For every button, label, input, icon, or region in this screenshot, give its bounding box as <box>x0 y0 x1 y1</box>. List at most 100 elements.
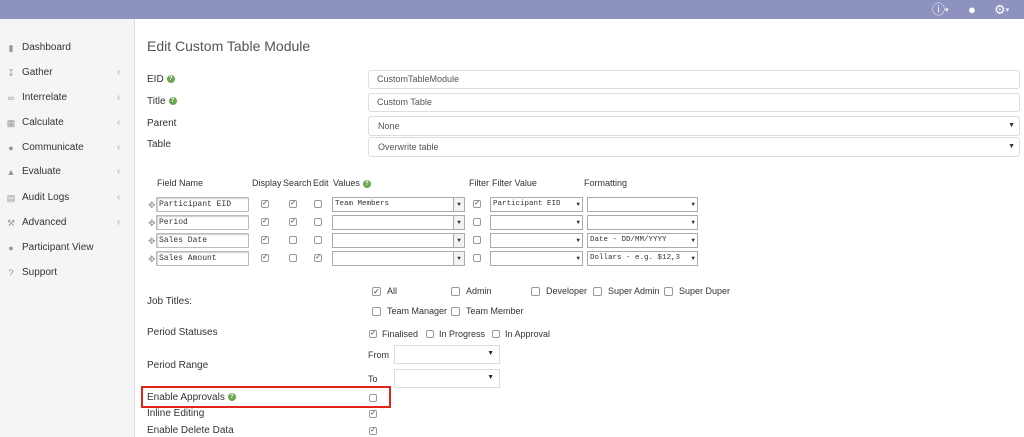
job-title-checkbox-team-manager[interactable] <box>372 307 381 316</box>
sidebar-item-interrelate[interactable]: ∞ Interrelate ‹ <box>0 88 134 108</box>
period-to-select[interactable]: ▼ <box>394 369 500 388</box>
period-status-checkbox-finalised[interactable]: ✓ <box>369 330 377 338</box>
filter-checkbox[interactable] <box>473 236 481 244</box>
job-title-checkbox-team-member[interactable] <box>451 307 460 316</box>
sidebar-item-label: Gather <box>22 67 53 78</box>
help-icon[interactable]: ? <box>227 393 236 402</box>
period-status-label-in-approval: In Approval <box>505 329 551 339</box>
search-checkbox[interactable] <box>289 236 297 244</box>
job-title-checkbox-super-duper[interactable] <box>664 287 673 296</box>
job-title-checkbox-super-admin[interactable] <box>593 287 602 296</box>
drag-handle-icon[interactable]: ✥ <box>148 218 156 229</box>
filter-value-select[interactable]: ▼ <box>490 215 583 230</box>
help-icon[interactable]: ? <box>166 75 175 84</box>
formatting-select[interactable]: Dollars - e.g. $12,3 ▼ <box>587 251 698 266</box>
drag-handle-icon[interactable]: ✥ <box>148 236 156 247</box>
user-icon[interactable]: ● <box>968 2 976 17</box>
job-title-checkbox-all[interactable]: ✓ <box>372 287 381 296</box>
info-icon[interactable]: ⓘ▾ <box>932 2 949 18</box>
chevron-left-icon: ‹ <box>117 67 121 78</box>
sidebar-item-calculate[interactable]: ▦ Calculate ‹ <box>0 113 134 133</box>
search-checkbox[interactable]: ✓ <box>289 218 297 226</box>
chevron-down-icon: ▼ <box>576 255 580 262</box>
drag-handle-icon[interactable]: ✥ <box>148 254 156 265</box>
field-name-input[interactable]: Period <box>156 215 249 230</box>
field-name-input[interactable]: Sales Amount <box>156 251 249 266</box>
gear-icon[interactable]: ⚙▾ <box>994 2 1009 18</box>
help-icon[interactable]: ? <box>362 179 371 188</box>
display-checkbox[interactable]: ✓ <box>261 200 269 208</box>
values-select[interactable]: ▼ <box>332 251 465 266</box>
field-name-input[interactable]: Sales Date <box>156 233 249 248</box>
to-label: To <box>368 374 378 384</box>
sidebar-item-participant-view[interactable]: ● Participant View <box>0 238 134 258</box>
title-input[interactable]: Custom Table <box>368 93 1020 112</box>
formatting-select-value: Date - DD/MM/YYYY <box>590 236 667 244</box>
display-checkbox[interactable]: ✓ <box>261 236 269 244</box>
chevron-down-icon: ▼ <box>576 201 580 208</box>
period-from-select[interactable]: ▼ <box>394 345 500 364</box>
filter-checkbox[interactable] <box>473 254 481 262</box>
eid-input[interactable]: CustomTableModule <box>368 70 1020 89</box>
edit-checkbox[interactable]: ✓ <box>314 254 322 262</box>
display-checkbox[interactable]: ✓ <box>261 218 269 226</box>
edit-checkbox[interactable] <box>314 236 322 244</box>
formatting-select[interactable]: Date - DD/MM/YYYY ▼ <box>587 233 698 248</box>
job-title-label-super-admin: Super Admin <box>608 286 660 296</box>
parent-select[interactable]: None ▼ <box>368 116 1020 136</box>
table-select[interactable]: Overwrite table ▼ <box>368 137 1020 157</box>
search-checkbox[interactable]: ✓ <box>289 200 297 208</box>
parent-select-value: None <box>378 121 400 131</box>
values-select[interactable]: Team Members ▼ <box>332 197 465 212</box>
formatting-select[interactable]: ▼ <box>587 197 698 212</box>
enable-approvals-checkbox[interactable] <box>369 394 377 402</box>
sidebar-item-label: Audit Logs <box>22 192 70 203</box>
sidebar-item-audit-logs[interactable]: ▤ Audit Logs ‹ <box>0 188 134 208</box>
values-select-value: Team Members <box>335 200 390 208</box>
field-name-input[interactable]: Participant EID <box>156 197 249 212</box>
sidebar-item-dashboard[interactable]: ▮ Dashboard <box>0 38 134 58</box>
col-header-search: Search <box>283 178 312 188</box>
drag-handle-icon[interactable]: ✥ <box>148 200 156 211</box>
job-title-checkbox-admin[interactable] <box>451 287 460 296</box>
job-title-label-admin: Admin <box>466 286 492 296</box>
inline-editing-checkbox[interactable]: ✓ <box>369 410 377 418</box>
filter-value-select-value: Participant EID <box>493 200 561 208</box>
period-status-checkbox-in-approval[interactable] <box>492 330 500 338</box>
formatting-select[interactable]: ▼ <box>587 215 698 230</box>
page-title: Edit Custom Table Module <box>147 38 311 54</box>
filter-value-select[interactable]: ▼ <box>490 251 583 266</box>
col-header-field-name: Field Name <box>157 178 204 188</box>
job-title-label-super-duper: Super Duper <box>679 286 731 296</box>
filter-value-select[interactable]: ▼ <box>490 233 583 248</box>
main-content: Edit Custom Table Module EID? CustomTabl… <box>135 19 1024 437</box>
edit-checkbox[interactable] <box>314 218 322 226</box>
values-select[interactable]: ▼ <box>332 233 465 248</box>
sidebar-item-gather[interactable]: ↧ Gather ‹ <box>0 63 134 83</box>
filter-value-select[interactable]: Participant EID ▼ <box>490 197 583 212</box>
chevron-left-icon: ‹ <box>117 142 121 153</box>
filter-checkbox[interactable]: ✓ <box>473 200 481 208</box>
search-checkbox[interactable] <box>289 254 297 262</box>
period-status-checkbox-in-progress[interactable] <box>426 330 434 338</box>
sidebar-item-support[interactable]: ? Support <box>0 263 134 283</box>
edit-checkbox[interactable] <box>314 200 322 208</box>
bar-chart-icon: ▮ <box>8 43 14 53</box>
values-select[interactable]: ▼ <box>332 215 465 230</box>
sidebar-item-label: Evaluate <box>22 166 61 177</box>
col-header-filter-value: Filter Value <box>492 178 537 188</box>
sidebar-item-label: Advanced <box>22 217 67 228</box>
chevron-down-icon: ▼ <box>453 198 464 211</box>
sidebar-item-advanced[interactable]: ⚒ Advanced ‹ <box>0 213 134 233</box>
help-icon[interactable]: ? <box>168 97 177 106</box>
sidebar-item-communicate[interactable]: ● Communicate ‹ <box>0 138 134 158</box>
job-title-label-team-manager: Team Manager <box>387 306 448 316</box>
sidebar-item-evaluate[interactable]: ▲ Evaluate ‹ <box>0 162 134 182</box>
display-checkbox[interactable]: ✓ <box>261 254 269 262</box>
enable-delete-data-checkbox[interactable]: ✓ <box>369 427 377 435</box>
chevron-left-icon: ‹ <box>117 117 121 128</box>
filter-checkbox[interactable] <box>473 218 481 226</box>
chevron-down-icon: ▼ <box>1008 122 1015 129</box>
download-icon: ↧ <box>7 68 15 78</box>
job-title-checkbox-developer[interactable] <box>531 287 540 296</box>
